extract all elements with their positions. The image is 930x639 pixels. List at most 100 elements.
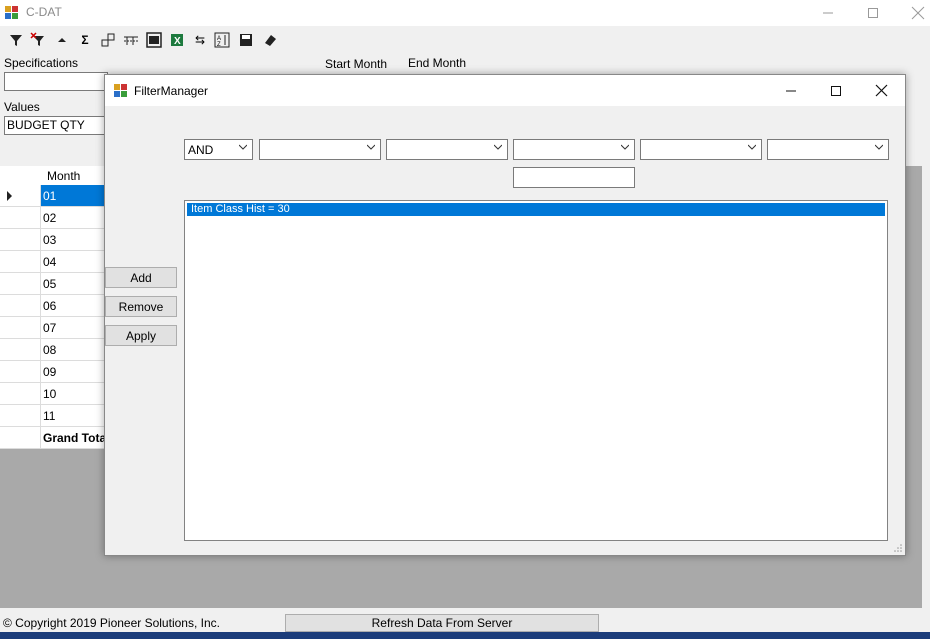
row-selector[interactable] [0, 251, 41, 272]
chevron-down-icon [621, 144, 629, 150]
month-cell[interactable]: 08 [43, 343, 56, 357]
month-cell[interactable]: 03 [43, 233, 56, 247]
month-cell[interactable]: 07 [43, 321, 56, 335]
dialog-close-button[interactable] [858, 75, 904, 106]
chevron-down-icon [748, 144, 756, 150]
sum-icon[interactable]: Σ [77, 32, 93, 48]
svg-text:Z: Z [217, 42, 221, 48]
row-selector[interactable] [0, 229, 41, 250]
operator-select[interactable] [386, 139, 508, 160]
close-icon [911, 6, 925, 20]
grid-empty-area [0, 448, 110, 608]
month-cell[interactable]: 05 [43, 277, 56, 291]
table-row[interactable]: 04 [0, 251, 110, 273]
maximize-icon [868, 8, 878, 18]
maximize-icon [831, 85, 841, 96]
app-icon [114, 84, 127, 97]
month-cell[interactable]: 09 [43, 365, 56, 379]
main-title-bar [0, 0, 930, 26]
close-button[interactable] [895, 0, 930, 26]
chevron-down-icon [494, 144, 502, 150]
add-button[interactable]: Add [105, 267, 177, 288]
minimize-icon [786, 90, 796, 91]
chevron-down-icon [367, 144, 375, 150]
list-item[interactable]: Item Class Hist = 30 [187, 203, 885, 216]
resize-grip-icon[interactable] [893, 543, 903, 553]
refresh-data-button[interactable]: Refresh Data From Server [285, 614, 599, 632]
table-row[interactable]: 09 [0, 361, 110, 383]
layout-icon[interactable] [146, 32, 162, 48]
remove-button[interactable]: Remove [105, 296, 177, 317]
specifications-label: Specifications [4, 56, 79, 70]
values-label: Values [4, 100, 40, 114]
chevron-down-icon [239, 144, 247, 150]
logic-operator-select[interactable]: AND [184, 139, 253, 160]
taskbar-strip [0, 632, 930, 639]
month-cell[interactable]: 10 [43, 387, 56, 401]
row-selector[interactable] [0, 273, 41, 294]
month-cell[interactable]: 11 [43, 409, 55, 423]
values-field[interactable]: BUDGET QTY [4, 116, 108, 135]
table-row[interactable]: 02 [0, 207, 110, 229]
grand-total-label: Grand Total [43, 431, 110, 445]
end-month-label: End Month [408, 56, 467, 70]
grid-header: Month [0, 166, 110, 186]
row-selector[interactable] [0, 207, 41, 228]
sort-up-icon[interactable] [54, 32, 70, 48]
eraser-icon[interactable] [262, 32, 278, 48]
svg-text:X: X [174, 36, 181, 47]
minimize-button[interactable] [805, 0, 851, 26]
minimize-icon [823, 12, 833, 14]
table-row[interactable]: 03 [0, 229, 110, 251]
month-column-header: Month [47, 169, 81, 183]
chevron-down-icon [875, 144, 883, 150]
filter-list[interactable]: Item Class Hist = 30 [184, 200, 888, 541]
table-row[interactable]: 11 [0, 405, 110, 427]
row-selector[interactable] [0, 361, 41, 382]
row-selector[interactable] [0, 185, 41, 206]
apply-button[interactable]: Apply [105, 325, 177, 346]
filter-manager-dialog: FilterManager AND Add Remove Apply Item … [104, 74, 906, 556]
month-cell[interactable]: 04 [43, 255, 56, 269]
row-selector[interactable] [0, 427, 41, 448]
month-cell[interactable]: 02 [43, 211, 56, 225]
clear-filter-icon[interactable] [30, 32, 46, 48]
swap-icon[interactable]: ⇆ [192, 32, 208, 48]
row-pointer-icon [7, 191, 12, 201]
field-select[interactable] [259, 139, 381, 160]
save-icon[interactable] [238, 32, 254, 48]
excel-icon[interactable]: X [169, 32, 185, 48]
maximize-button[interactable] [850, 0, 896, 26]
row-selector[interactable] [0, 339, 41, 360]
specifications-field[interactable] [4, 72, 108, 91]
row-selector[interactable] [0, 295, 41, 316]
dialog-maximize-button[interactable] [813, 75, 859, 106]
sort-icon[interactable]: AZ [214, 32, 230, 48]
grand-total-row: Grand Total [0, 427, 110, 449]
extra-select-1[interactable] [640, 139, 762, 160]
dialog-title-bar: FilterManager [105, 75, 905, 106]
month-cell[interactable]: 06 [43, 299, 56, 313]
start-month-label: Start Month [325, 57, 388, 71]
filter-icon[interactable] [8, 32, 24, 48]
row-selector[interactable] [0, 383, 41, 404]
value-textbox[interactable] [513, 167, 635, 188]
table-row[interactable]: 07 [0, 317, 110, 339]
dialog-title: FilterManager [134, 84, 209, 98]
table-row[interactable]: 10 [0, 383, 110, 405]
dialog-minimize-button[interactable] [768, 75, 814, 106]
value-select[interactable] [513, 139, 635, 160]
close-icon [875, 84, 887, 97]
table-row[interactable]: 06 [0, 295, 110, 317]
table-row[interactable]: 01 [0, 185, 110, 207]
row-selector[interactable] [0, 317, 41, 338]
pivot-icon[interactable] [100, 32, 116, 48]
table-row[interactable]: 05 [0, 273, 110, 295]
extra-select-2[interactable] [767, 139, 889, 160]
columns-icon[interactable] [123, 32, 139, 48]
window-title: C-DAT [26, 5, 62, 19]
logic-operator-value: AND [188, 143, 214, 157]
month-cell[interactable]: 01 [43, 189, 56, 203]
row-selector[interactable] [0, 405, 41, 426]
table-row[interactable]: 08 [0, 339, 110, 361]
